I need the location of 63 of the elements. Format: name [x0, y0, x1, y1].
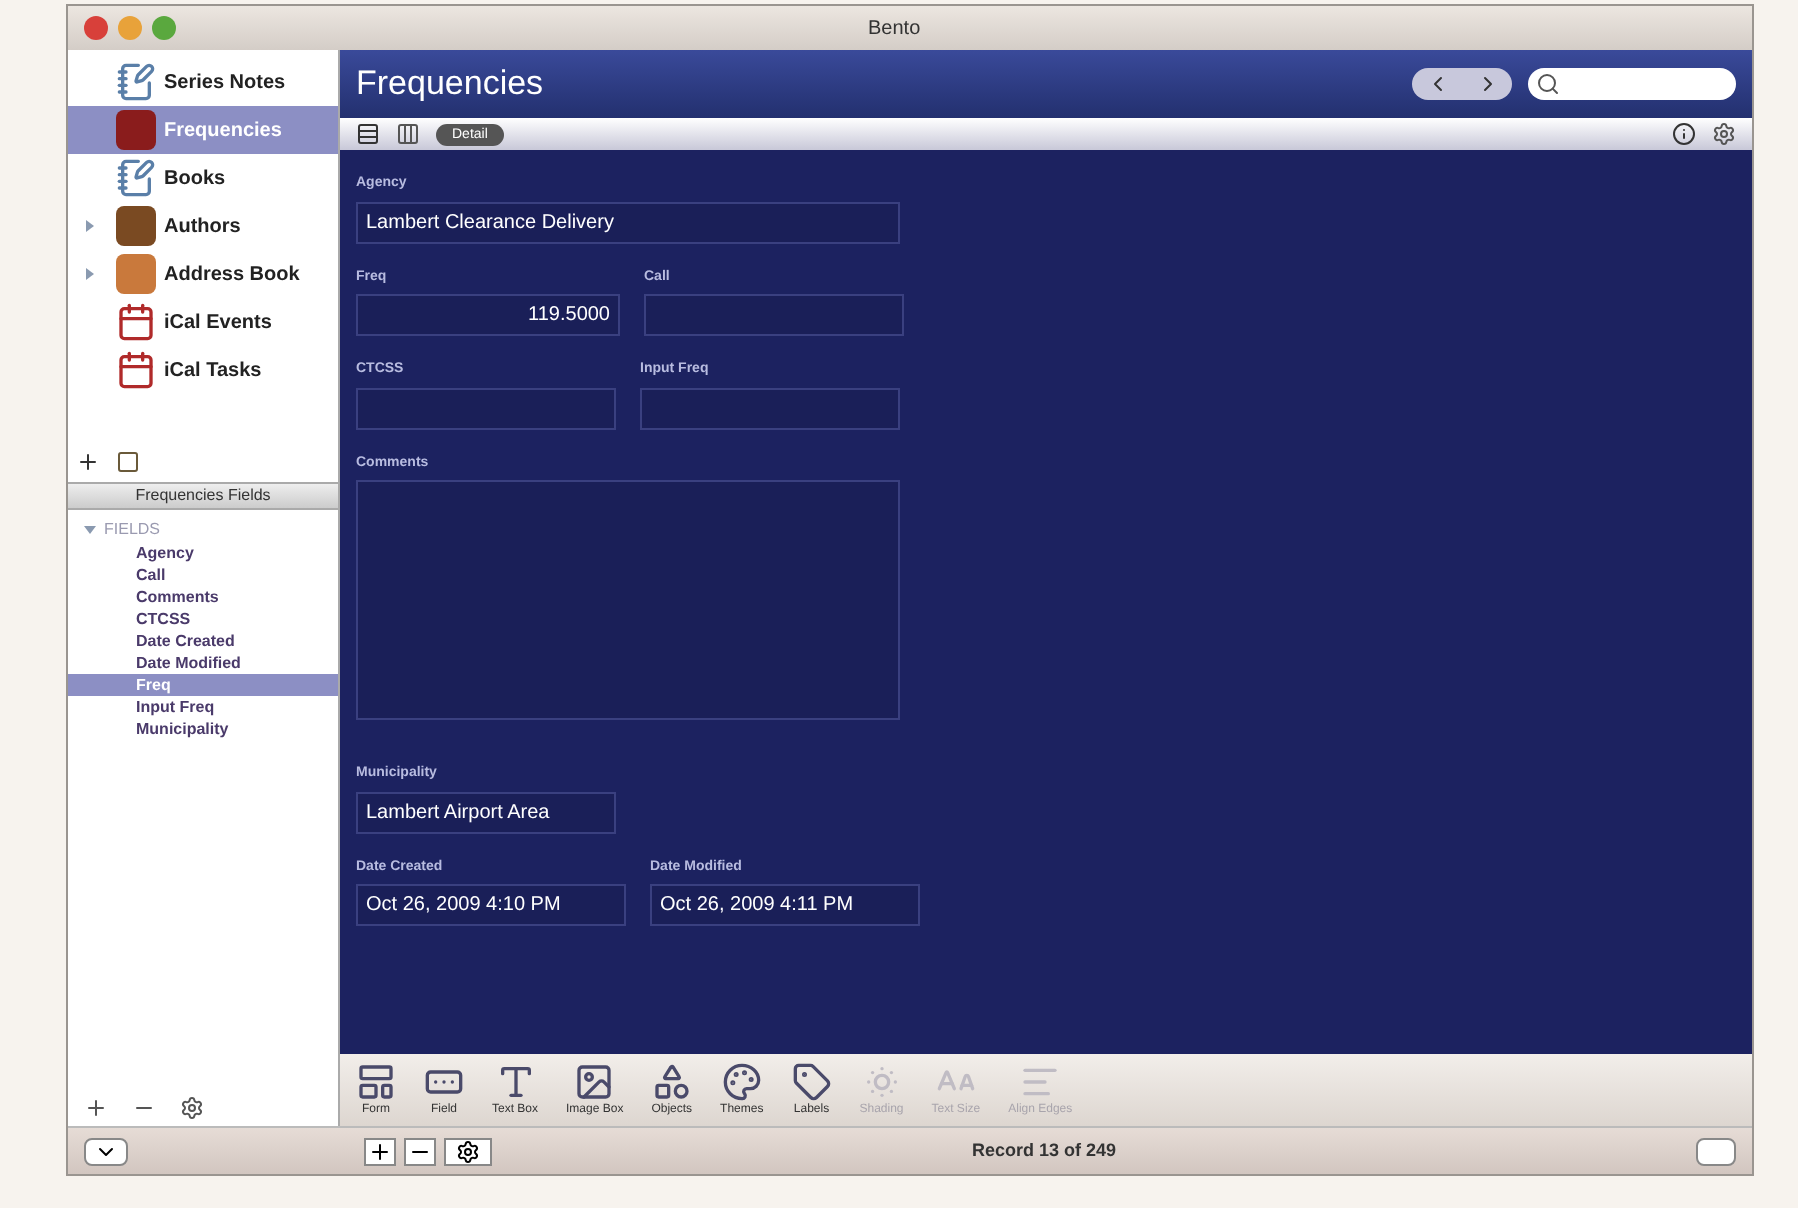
settings-icon[interactable] [180, 1096, 204, 1120]
field-item[interactable]: Municipality [68, 718, 338, 740]
record-count: Record 13 of 249 [972, 1137, 1117, 1164]
panel-title: Frequencies Fields [135, 484, 271, 508]
close-button[interactable] [84, 16, 108, 40]
form-title: Frequencies [356, 62, 546, 107]
shapes-icon [651, 1061, 692, 1101]
text-box-icon [495, 1061, 535, 1101]
shading-icon [861, 1061, 902, 1101]
database-icon [116, 206, 156, 246]
palette-icon [721, 1061, 762, 1101]
notebook-icon [116, 158, 156, 198]
form-field[interactable] [356, 387, 616, 429]
field-item[interactable]: Date Modified [68, 652, 338, 674]
delete-record-button[interactable] [404, 1137, 436, 1165]
form-field[interactable]: Lambert Airport Area [356, 791, 616, 833]
search-icon [1536, 72, 1560, 96]
expanded-triangle-icon[interactable] [84, 524, 96, 536]
field-item[interactable]: Comments [68, 586, 338, 608]
add-library-icon[interactable] [76, 450, 100, 474]
database-icon [116, 110, 156, 150]
library-item[interactable]: iCal Tasks [68, 346, 338, 394]
sidebar-toggle-button[interactable] [84, 1137, 128, 1165]
library-item[interactable]: iCal Events [68, 298, 338, 346]
field-item[interactable]: Agency [68, 542, 338, 564]
form-field[interactable]: Oct 26, 2009 4:11 PM [650, 884, 920, 926]
library-item[interactable]: Address Book [68, 250, 338, 298]
field-item[interactable]: Date Created [68, 630, 338, 652]
table-view-icon[interactable] [396, 122, 420, 146]
calendar-icon [116, 302, 156, 342]
field-item[interactable]: Call [68, 564, 338, 586]
library-item[interactable]: Series Notes [68, 58, 338, 106]
form-icon [356, 1061, 396, 1101]
search-field[interactable] [1528, 68, 1736, 100]
address-book-icon [116, 254, 156, 294]
form-field[interactable]: Oct 26, 2009 4:10 PM [356, 884, 626, 926]
collapsed-triangle-icon[interactable] [84, 220, 96, 232]
image-icon [574, 1061, 615, 1101]
library-item[interactable]: Authors [68, 202, 338, 250]
list-view-icon[interactable] [356, 122, 380, 146]
form-field[interactable]: 119.5000 [356, 294, 620, 336]
library-item[interactable]: Books [68, 154, 338, 202]
field-item[interactable]: CTCSS [68, 608, 338, 630]
form-field[interactable] [356, 480, 900, 720]
collapsed-triangle-icon[interactable] [84, 268, 96, 280]
add-icon[interactable] [84, 1096, 108, 1120]
field-item[interactable]: Input Freq [68, 696, 338, 718]
gear-icon [456, 1139, 480, 1163]
window-title: Bento [868, 15, 921, 43]
form-field[interactable] [640, 387, 900, 429]
settings-icon[interactable] [1712, 122, 1736, 146]
collection-icon[interactable] [116, 450, 140, 474]
action-button[interactable] [444, 1137, 492, 1165]
notebook-icon [116, 62, 156, 102]
record-navigation[interactable] [1412, 68, 1512, 100]
view-toggle-button[interactable] [1696, 1137, 1736, 1165]
form-field[interactable] [644, 294, 904, 336]
form-field[interactable]: Lambert Clearance Delivery [356, 201, 900, 243]
add-record-button[interactable] [364, 1137, 396, 1165]
plus-icon [368, 1139, 392, 1163]
info-icon[interactable] [1672, 122, 1696, 146]
calendar-icon [116, 350, 156, 390]
tag-icon [791, 1061, 832, 1101]
